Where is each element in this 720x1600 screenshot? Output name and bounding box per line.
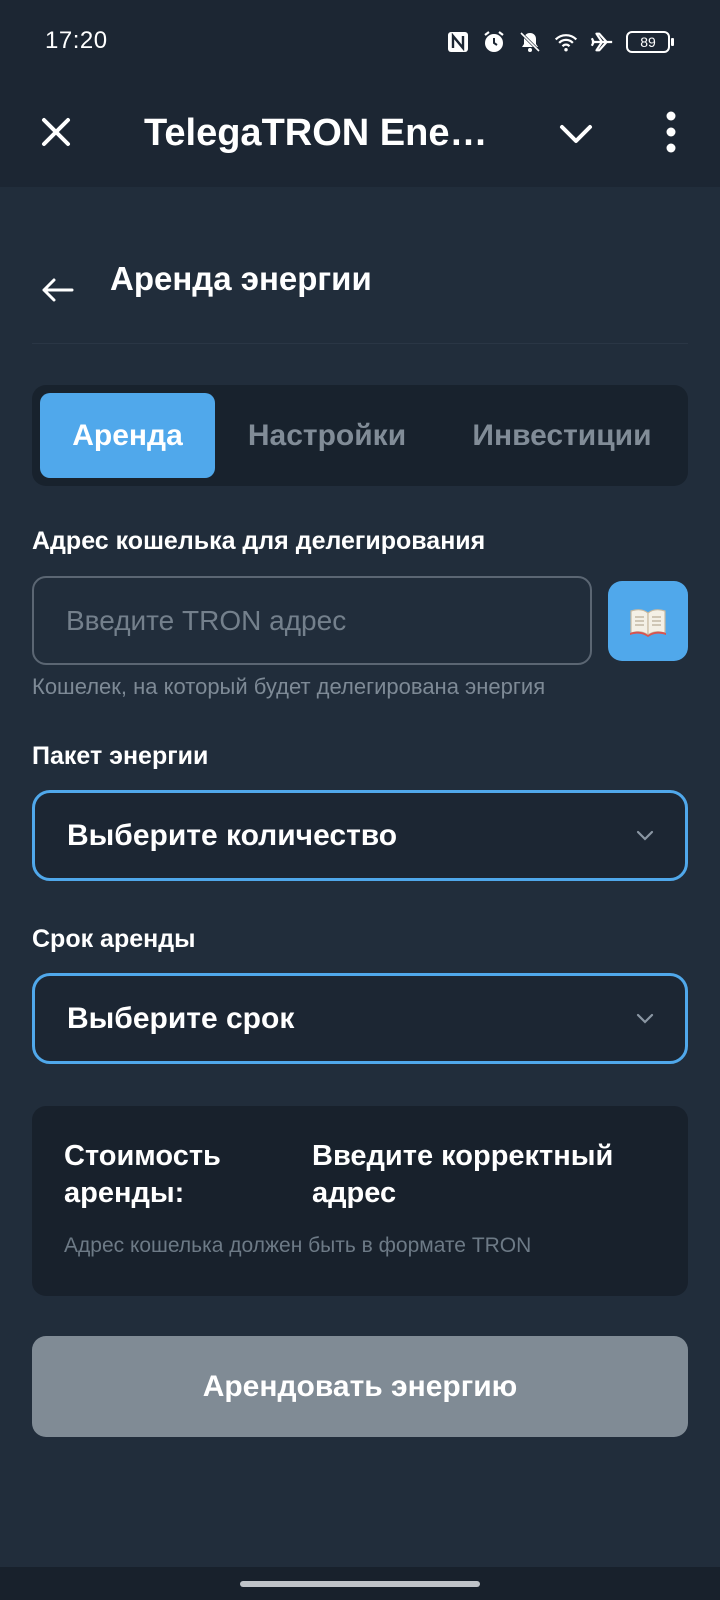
- rent-energy-button[interactable]: Арендовать энергию: [32, 1336, 688, 1437]
- battery-icon: 89: [626, 31, 674, 53]
- app-bar: TelegaTRON Ener...: [0, 84, 720, 187]
- status-bar: 17:20 89: [0, 0, 720, 84]
- page-header: Аренда энергии: [32, 250, 688, 344]
- wifi-icon: [554, 30, 578, 54]
- bell-off-icon: [518, 30, 542, 54]
- term-select[interactable]: Выберите срок: [32, 973, 688, 1064]
- more-menu-button[interactable]: [656, 108, 686, 156]
- page-title: Аренда энергии: [110, 260, 372, 297]
- cost-label: Стоимость аренды:: [64, 1140, 221, 1209]
- tab-settings[interactable]: Настройки: [227, 393, 427, 478]
- back-button[interactable]: [38, 268, 78, 308]
- address-hint: Кошелек, на который будет делегирована э…: [32, 674, 546, 699]
- alarm-icon: [482, 30, 506, 54]
- package-label: Пакет энергии: [32, 742, 209, 770]
- collapse-button[interactable]: [556, 114, 596, 154]
- arrow-left-icon: [42, 278, 74, 302]
- term-label: Срок аренды: [32, 925, 196, 953]
- cost-value: Введите корректный адрес: [312, 1140, 614, 1209]
- chevron-down-icon: [560, 125, 592, 143]
- close-button[interactable]: [36, 112, 76, 152]
- cost-summary: Стоимость аренды: Введите корректный адр…: [32, 1106, 688, 1296]
- term-selected-value: Выберите срок: [67, 1002, 295, 1035]
- nfc-icon: [446, 30, 470, 54]
- status-time: 17:20: [45, 27, 108, 54]
- address-label: Адрес кошелька для делегирования: [32, 527, 486, 555]
- home-indicator[interactable]: [240, 1581, 480, 1587]
- chevron-down-icon: [636, 830, 654, 841]
- package-select[interactable]: Выберите количество: [32, 790, 688, 881]
- tron-address-input[interactable]: [32, 576, 592, 665]
- cost-note: Адрес кошелька должен быть в формате TRO…: [64, 1234, 532, 1257]
- chevron-down-icon: [636, 1013, 654, 1024]
- package-selected-value: Выберите количество: [67, 819, 398, 852]
- navigation-bar: [0, 1567, 720, 1600]
- tab-investments[interactable]: Инвестиции: [462, 393, 662, 478]
- app-title: TelegaTRON Ener...: [144, 112, 489, 154]
- tab-rent[interactable]: Аренда: [40, 393, 215, 478]
- close-icon: [42, 118, 70, 146]
- tab-bar: Аренда Настройки Инвестиции: [32, 385, 688, 486]
- book-icon: [630, 609, 666, 637]
- more-vertical-icon: [666, 111, 676, 153]
- address-book-button[interactable]: [608, 581, 688, 661]
- airplane-icon: [590, 30, 614, 54]
- status-icons: 89: [446, 28, 674, 56]
